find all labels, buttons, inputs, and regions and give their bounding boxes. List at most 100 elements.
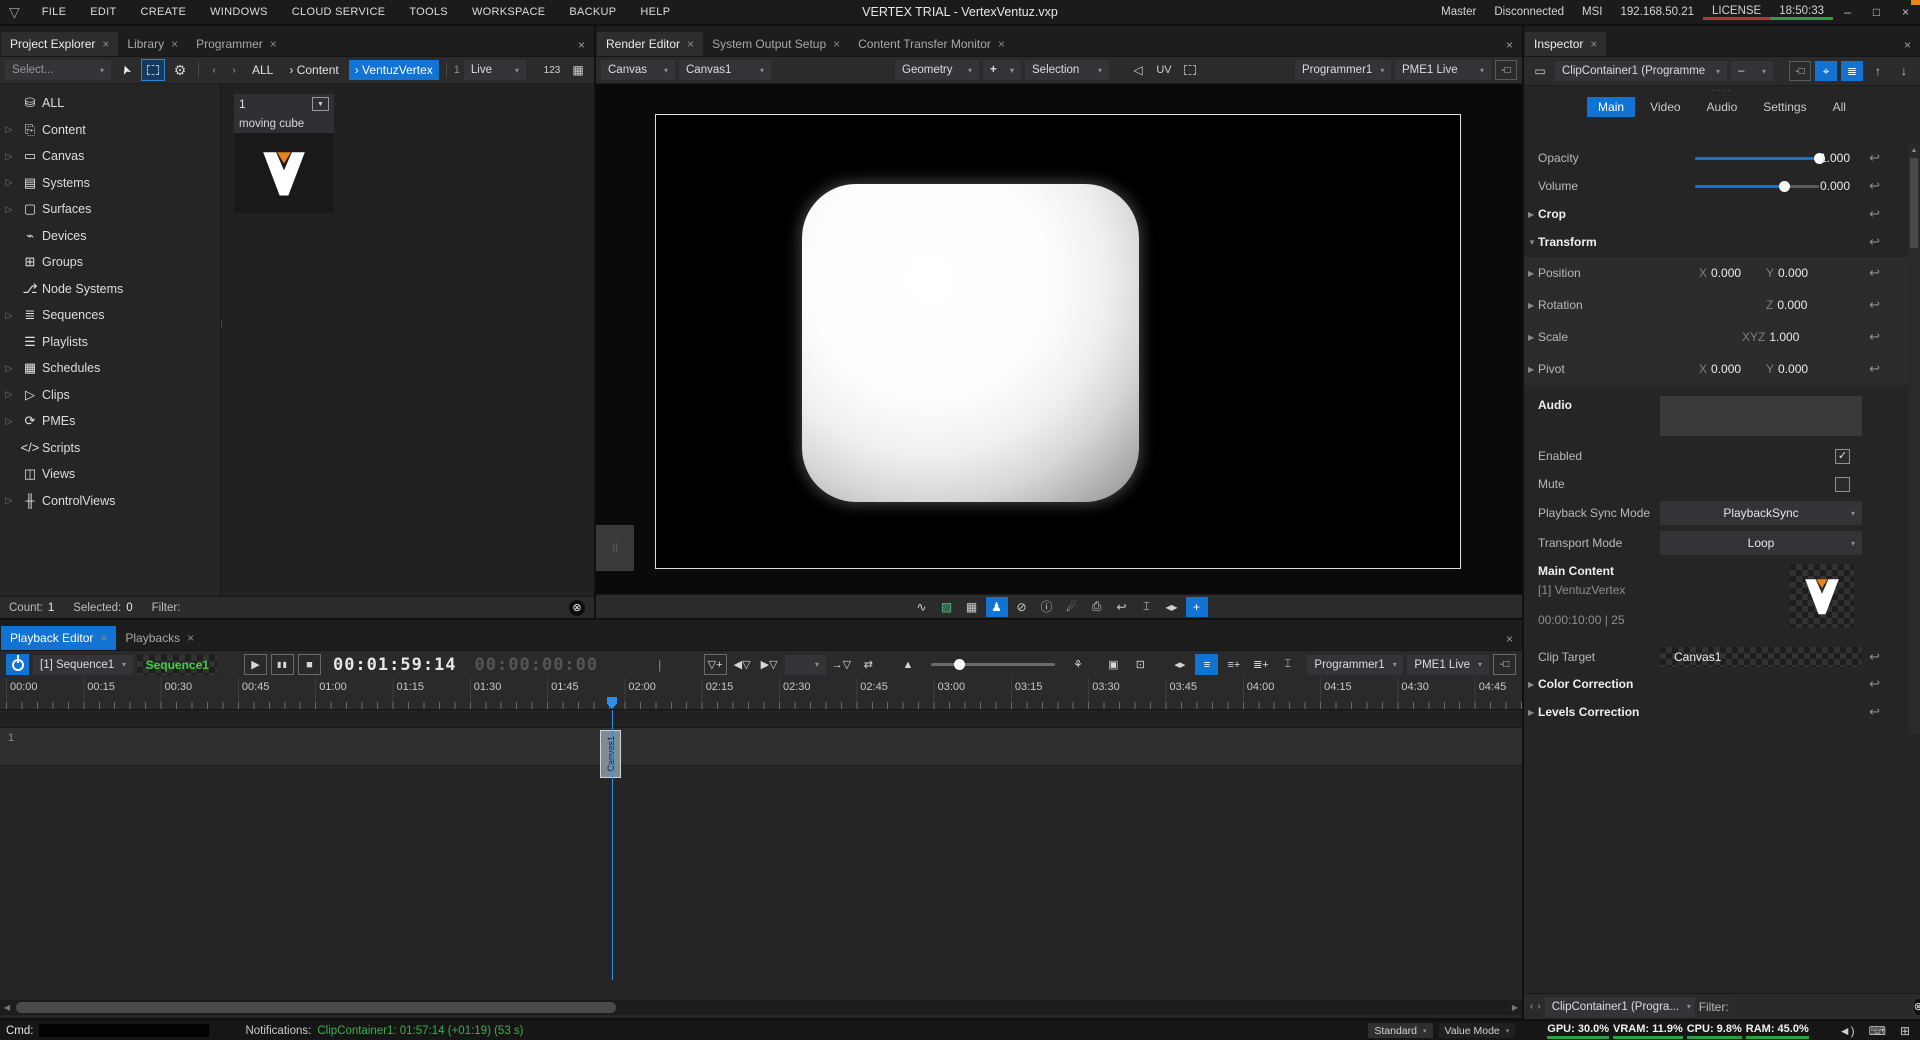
move-tool-dropdown[interactable]: +	[983, 60, 1021, 80]
pme-dropdown[interactable]: PME1 Live	[1407, 655, 1489, 675]
scale-xyz-field[interactable]: XYZ1.000	[1742, 330, 1799, 344]
live-mode-dropdown[interactable]: Live	[464, 60, 526, 80]
menu-item[interactable]: WINDOWS	[198, 0, 280, 24]
slider-thumb[interactable]	[954, 659, 965, 670]
motion-blur-icon[interactable]: ☄	[1061, 597, 1083, 617]
marquee-select-icon[interactable]	[141, 59, 165, 81]
tree-item[interactable]: ▷ ▷ Clips	[0, 382, 220, 409]
collapsed-chevron-icon[interactable]: ▶	[1528, 333, 1534, 342]
command-input[interactable]	[39, 1024, 209, 1037]
panel-tab[interactable]: Programmer	[187, 32, 286, 56]
main-content-thumbnail[interactable]	[1790, 564, 1854, 628]
playhead-line[interactable]	[612, 710, 613, 980]
scroll-up-icon[interactable]: ▲	[1908, 144, 1920, 156]
license-status[interactable]: LICENSE	[1703, 5, 1770, 20]
keyboard-icon[interactable]: ⌨	[1865, 1024, 1890, 1038]
filter-input[interactable]	[1733, 999, 1910, 1015]
breadcrumb-back-icon[interactable]: ‹	[206, 61, 222, 79]
arrow-down-icon[interactable]: ↓	[1893, 61, 1915, 81]
arrow-up-icon[interactable]: ↑	[1867, 61, 1889, 81]
info-icon[interactable]: ⓘ	[1036, 597, 1058, 617]
grid-view-icon[interactable]: ▦	[567, 60, 589, 80]
tree-item[interactable]: ▷ ⊞ Groups	[0, 249, 220, 276]
background-icon[interactable]: ▨	[936, 597, 958, 617]
reset-icon[interactable]: ↩	[1869, 178, 1880, 194]
reset-icon[interactable]: ↩	[1869, 361, 1880, 377]
levels-correction-section[interactable]: ▶ Levels Correction ↩	[1524, 698, 1908, 726]
playback-sync-dropdown[interactable]: PlaybackSync	[1660, 501, 1862, 525]
render-viewport[interactable]: ⁞⁞	[596, 84, 1522, 594]
content-tile[interactable]: 1 ▼ moving cube	[234, 94, 334, 213]
range-select-icon[interactable]: ⌶	[1276, 654, 1299, 675]
region-select-icon[interactable]	[1179, 60, 1201, 80]
pivot-y-field[interactable]: Y0.000	[1766, 362, 1808, 376]
pme-dropdown[interactable]: PME1 Live	[1395, 60, 1491, 80]
track-row[interactable]: 1	[0, 728, 1522, 766]
clear-filter-icon[interactable]: ⊗	[1914, 999, 1920, 1015]
inspector-tab[interactable]: Video	[1639, 97, 1691, 117]
scrollbar-thumb[interactable]	[1910, 158, 1918, 248]
transport-mode-dropdown[interactable]: Loop	[1660, 531, 1862, 555]
clip-target-field[interactable]: Canvas1	[1660, 647, 1862, 667]
follow-selection-icon[interactable]: ⌖	[1815, 61, 1837, 81]
add-marker-icon[interactable]: ▽+	[704, 654, 727, 675]
list-view-icon[interactable]: ≣	[1841, 61, 1863, 81]
expand-chevron-icon[interactable]: ▷	[0, 363, 18, 374]
inspector-tab[interactable]: Audio	[1696, 97, 1749, 117]
panel-tab[interactable]: Project Explorer	[1, 32, 118, 56]
audience-icon[interactable]: ♟	[986, 597, 1008, 617]
scrollbar-thumb[interactable]	[16, 1002, 616, 1013]
expand-chevron-icon[interactable]: ▷	[0, 177, 18, 188]
reset-icon[interactable]: ↩	[1869, 649, 1880, 665]
collapsed-chevron-icon[interactable]: ▶	[1528, 269, 1534, 278]
next-marker-icon[interactable]: ▶▽	[758, 654, 781, 675]
mute-checkbox[interactable]	[1835, 477, 1850, 492]
timeline-zoom-slider[interactable]	[931, 663, 1054, 666]
expand-chevron-icon[interactable]: ▷	[0, 151, 18, 162]
panel-grip[interactable]	[1524, 86, 1920, 94]
frame-selection-icon[interactable]: ⊡	[1129, 654, 1152, 675]
enabled-checkbox[interactable]: ✓	[1835, 449, 1850, 464]
reset-icon[interactable]: ↩	[1869, 704, 1880, 720]
snapshot-icon[interactable]: ⎙	[1086, 597, 1108, 617]
sequence-name-box[interactable]: Sequence1	[137, 655, 217, 675]
inspector-tab[interactable]: Settings	[1752, 97, 1817, 117]
tree-item[interactable]: ▷ ☰ Playlists	[0, 329, 220, 356]
group-icon[interactable]: ⚘	[1067, 654, 1090, 675]
disable-overlays-icon[interactable]: ⊘	[1011, 597, 1033, 617]
value-mode-dropdown[interactable]: Value Mode	[1439, 1023, 1516, 1038]
pause-icon[interactable]: ▮▮	[271, 654, 294, 675]
play-icon[interactable]: ▶	[244, 654, 267, 675]
geometry-dropdown[interactable]: Geometry	[895, 60, 979, 80]
panel-tab[interactable]: Playback Editor	[1, 626, 116, 650]
expand-chevron-icon[interactable]: ▷	[0, 124, 18, 135]
notification-message[interactable]: ClipContainer1: 01:57:14 (+01:19) (53 s)	[317, 1025, 523, 1037]
reset-icon[interactable]: ↩	[1869, 234, 1880, 250]
speaker-icon[interactable]: ◄)	[1835, 1024, 1859, 1038]
canvas-dropdown[interactable]: Canvas	[601, 60, 675, 80]
menu-item[interactable]: HELP	[628, 0, 682, 24]
expand-chevron-icon[interactable]: ▷	[0, 495, 18, 506]
pin-icon[interactable]: -□	[1493, 654, 1516, 675]
collapsed-chevron-icon[interactable]: ▶	[1528, 708, 1534, 717]
collapsed-chevron-icon[interactable]: ▶	[1528, 301, 1534, 310]
marker-dropdown[interactable]	[785, 655, 826, 675]
pivot-x-field[interactable]: X0.000	[1699, 362, 1741, 376]
position-x-field[interactable]: X0.000	[1699, 266, 1741, 280]
tree-item[interactable]: ▷ ≣ Sequences	[0, 302, 220, 329]
tree-item[interactable]: ▷ ⎇ Node Systems	[0, 276, 220, 303]
reset-icon[interactable]: ↩	[1869, 150, 1880, 166]
shuffle-icon[interactable]: ⇄	[857, 654, 880, 675]
tree-item[interactable]: ▷ ◫ Views	[0, 461, 220, 488]
timeline-tracks[interactable]: 1 Canvas1	[0, 710, 1522, 1000]
tabgroup-close-icon[interactable]: ×	[1904, 38, 1920, 56]
viewport-splitter-handle[interactable]: ⁞⁞	[596, 525, 634, 571]
inspected-object-dropdown[interactable]: ClipContainer1 (Programme	[1555, 61, 1727, 81]
expand-chevron-icon[interactable]: ▷	[0, 204, 18, 215]
timeline-ruler[interactable]: 00:0000:1500:3000:4501:0001:1501:3001:45…	[0, 678, 1522, 710]
panel-tab[interactable]: Render Editor	[597, 32, 703, 56]
marker-lane[interactable]	[0, 710, 1522, 728]
rotation-z-field[interactable]: Z0.000	[1766, 298, 1807, 312]
expand-chevron-icon[interactable]: ▷	[0, 310, 18, 321]
opacity-value[interactable]: 1.000	[1798, 151, 1850, 165]
